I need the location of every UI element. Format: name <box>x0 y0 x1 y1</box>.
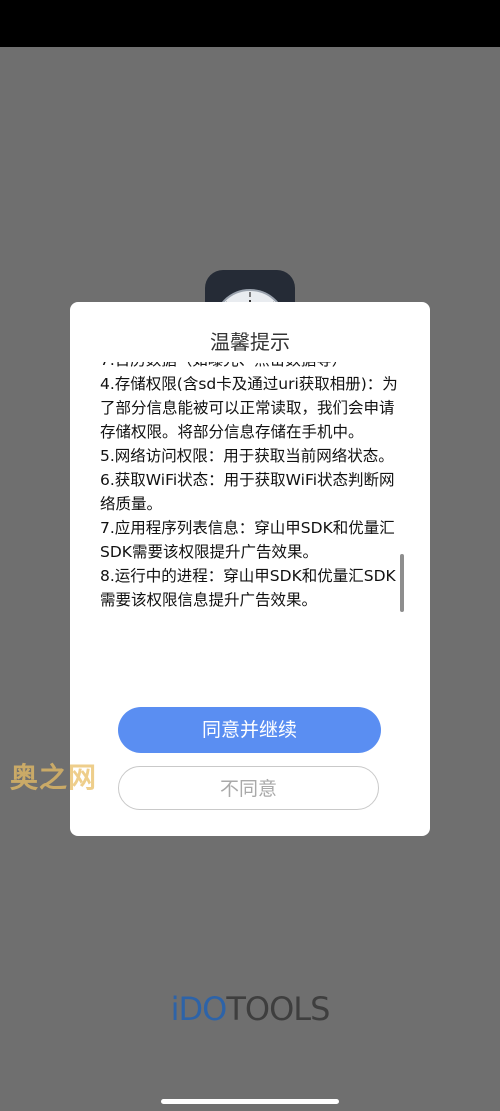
dialog-body-text: 7.日历数据（如曝光、点击数据等） 4.存储权限(含sd卡及通过uri获取相册)… <box>100 362 400 612</box>
permission-item: 7.应用程序列表信息：穿山甲SDK和优量汇SDK需要该权限提升广告效果。 <box>100 519 395 561</box>
permission-item: 7.日历数据（如曝光、点击数据等） <box>100 362 400 372</box>
privacy-dialog: 温馨提示 7.日历数据（如曝光、点击数据等） 4.存储权限(含sd卡及通过uri… <box>70 302 430 836</box>
disagree-button[interactable]: 不同意 <box>118 766 379 810</box>
status-bar <box>0 0 500 47</box>
permission-item: 5.网络访问权限：用于获取当前网络状态。 <box>100 447 394 465</box>
permission-item: 4.存储权限(含sd卡及通过uri获取相册)：为了部分信息能被可以正常读取，我们… <box>100 375 398 441</box>
brand-logo-part-b: TOOLS <box>226 990 330 1028</box>
scrollbar-thumb[interactable] <box>400 554 404 612</box>
permission-item: 8.运行中的进程：穿山甲SDK和优量汇SDK需要该权限信息提升广告效果。 <box>100 567 396 609</box>
agree-continue-button[interactable]: 同意并继续 <box>118 707 381 753</box>
brand-logo-part-a: iDO <box>170 990 228 1028</box>
brand-logo: iDOTOOLS <box>0 990 500 1028</box>
permission-item: 6.获取WiFi状态：用于获取WiFi状态判断网络质量。 <box>100 471 395 513</box>
dialog-body-scroll[interactable]: 7.日历数据（如曝光、点击数据等） 4.存储权限(含sd卡及通过uri获取相册)… <box>100 362 400 684</box>
watermark: 奥之网 <box>10 761 98 794</box>
home-indicator[interactable] <box>161 1099 339 1104</box>
dialog-title: 温馨提示 <box>210 330 290 354</box>
